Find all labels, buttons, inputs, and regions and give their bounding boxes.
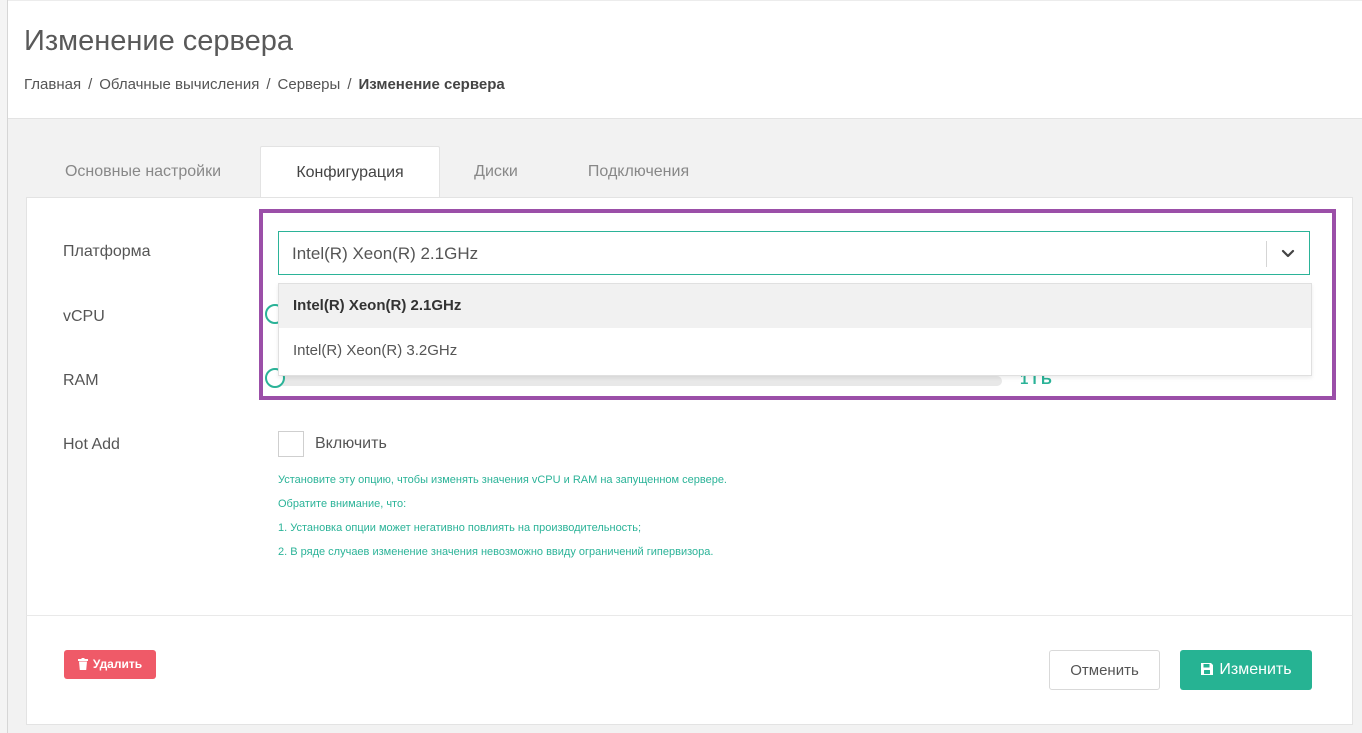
ram-label: RAM: [63, 372, 99, 389]
vcpu-label: vCPU: [63, 308, 105, 325]
breadcrumb-separator: /: [266, 76, 271, 93]
platform-dropdown-menu: Intel(R) Xeon(R) 2.1GHz Intel(R) Xeon(R)…: [278, 283, 1312, 376]
breadcrumb-servers[interactable]: Серверы: [278, 76, 341, 93]
hot-add-checkbox[interactable]: [278, 431, 304, 457]
breadcrumb-separator: /: [88, 76, 93, 93]
breadcrumb-current: Изменение сервера: [358, 76, 505, 93]
floppy-disk-icon: [1201, 663, 1214, 675]
tab-disks[interactable]: Диски: [456, 146, 536, 198]
hot-add-checkbox-label[interactable]: Включить: [315, 435, 387, 453]
breadcrumb-home[interactable]: Главная: [24, 76, 81, 93]
cancel-button[interactable]: Отменить: [1049, 650, 1160, 690]
tab-connections[interactable]: Подключения: [566, 146, 711, 198]
hot-add-hint-line: 2. В ряде случаев изменение значения нев…: [278, 546, 714, 558]
breadcrumb-separator: /: [347, 76, 352, 93]
select-divider: [1266, 241, 1267, 267]
platform-select-value: Intel(R) Xeon(R) 2.1GHz: [292, 244, 479, 263]
delete-button-label: Удалить: [92, 657, 143, 671]
hot-add-label: Hot Add: [63, 436, 120, 453]
chevron-down-icon[interactable]: [1280, 245, 1296, 261]
page-header: Изменение сервера Главная / Облачные вычис…: [8, 0, 1362, 119]
hot-add-hint-line: 1. Установка опции может негативно повли…: [278, 522, 642, 534]
hot-add-hint-line: Установите эту опцию, чтобы изменять зна…: [278, 474, 727, 486]
breadcrumb: Главная / Облачные вычисления / Серверы / Изме…: [24, 76, 505, 93]
platform-label: Платформа: [63, 243, 151, 260]
trash-icon: [77, 658, 88, 670]
tab-main-settings[interactable]: Основные настройки: [26, 146, 260, 198]
page-title: Изменение сервера: [24, 25, 293, 57]
delete-button[interactable]: Удалить: [64, 650, 156, 679]
save-button[interactable]: Изменить: [1180, 650, 1312, 690]
breadcrumb-cloud-computing[interactable]: Облачные вычисления: [99, 76, 259, 93]
tab-configuration[interactable]: Конфигурация: [260, 146, 440, 199]
platform-option[interactable]: Intel(R) Xeon(R) 2.1GHz: [279, 284, 1311, 328]
platform-select[interactable]: Intel(R) Xeon(R) 2.1GHz: [278, 231, 1310, 275]
platform-option[interactable]: Intel(R) Xeon(R) 3.2GHz: [279, 329, 1311, 373]
save-button-label: Изменить: [1219, 661, 1292, 678]
hot-add-hint-line: Обратите внимание, что:: [278, 498, 407, 510]
